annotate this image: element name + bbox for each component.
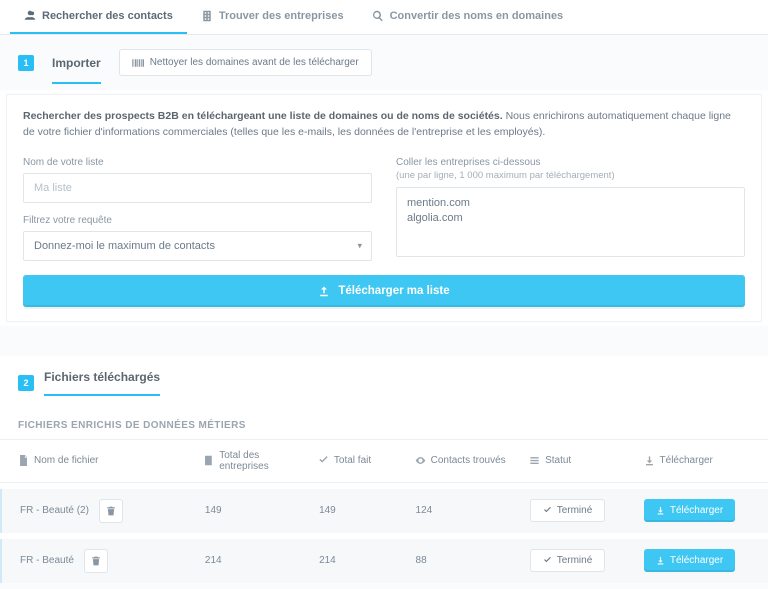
clean-domains-button[interactable]: Nettoyer les domaines avant de les téléc…	[119, 49, 372, 76]
col-companies: Total des entreprises	[203, 450, 309, 472]
download-icon	[644, 455, 655, 466]
clean-domains-label: Nettoyer les domaines avant de les téléc…	[150, 57, 359, 68]
step1-header: 1 Importer Nettoyer les domaines avant d…	[0, 35, 768, 90]
status-icon	[529, 455, 540, 466]
page: Rechercher des contacts Trouver des entr…	[0, 0, 768, 583]
files-table: Nom de fichier Total des entreprises Tot…	[0, 439, 768, 583]
tab-convert[interactable]: Convertir des noms en domaines	[358, 0, 578, 34]
intro-text: Rechercher des prospects B2B en téléchar…	[23, 109, 745, 141]
users-icon	[24, 10, 36, 22]
step1-badge: 1	[18, 55, 34, 71]
paste-label: Coller les entreprises ci-dessous	[396, 157, 745, 168]
col-status: Statut	[529, 455, 635, 466]
check-icon	[318, 455, 329, 466]
eye-icon	[415, 455, 426, 466]
col-done: Total fait	[318, 455, 407, 466]
step2-badge: 2	[18, 375, 34, 391]
file-icon	[18, 455, 29, 466]
check-icon	[543, 556, 552, 565]
list-name-input[interactable]	[23, 173, 372, 203]
col-download: Télécharger	[644, 455, 750, 466]
tab-contacts[interactable]: Rechercher des contacts	[10, 0, 187, 34]
check-icon	[543, 506, 552, 515]
delete-button[interactable]	[84, 549, 108, 573]
upload-list-label: Télécharger ma liste	[338, 285, 449, 297]
col-filename: Nom de fichier	[18, 455, 195, 466]
file-name: FR - Beauté	[20, 555, 74, 566]
import-panel: Rechercher des prospects B2B en téléchar…	[6, 94, 762, 322]
status-badge: Terminé	[530, 499, 606, 522]
table-row: FR - Beauté 214 214 88 Terminé Télécharger	[0, 539, 768, 583]
download-icon	[656, 556, 665, 565]
step2-label: Fichiers téléchargés	[44, 370, 160, 396]
companies-textarea[interactable]	[396, 187, 745, 257]
tab-contacts-label: Rechercher des contacts	[42, 10, 173, 22]
upload-icon	[318, 285, 330, 297]
upload-list-button[interactable]: Télécharger ma liste	[23, 275, 745, 307]
intro-bold: Rechercher des prospects B2B en téléchar…	[23, 110, 503, 122]
cell-contacts: 88	[416, 555, 522, 566]
paste-hint: (une par ligne, 1 000 maximum par téléch…	[396, 170, 745, 181]
step2-header: 2 Fichiers téléchargés	[0, 356, 768, 402]
files-caption: FICHIERS ENRICHIS DE DONNÉES MÉTIERS	[0, 402, 768, 439]
building-icon	[203, 455, 214, 466]
trash-icon	[106, 506, 116, 516]
barcode-icon	[132, 58, 144, 68]
download-button[interactable]: Télécharger	[644, 549, 735, 572]
table-header: Nom de fichier Total des entreprises Tot…	[0, 439, 768, 483]
cell-done: 149	[319, 505, 407, 516]
delete-button[interactable]	[99, 499, 123, 523]
table-row: FR - Beauté (2) 149 149 124 Terminé Télécharg…	[0, 489, 768, 533]
filter-label: Filtrez votre requête	[23, 215, 372, 226]
top-tabs: Rechercher des contacts Trouver des entr…	[0, 0, 768, 35]
list-name-label: Nom de votre liste	[23, 157, 372, 168]
cell-contacts: 124	[416, 505, 522, 516]
cell-companies: 149	[205, 505, 311, 516]
file-name: FR - Beauté (2)	[20, 505, 89, 516]
tab-companies-label: Trouver des entreprises	[219, 10, 344, 22]
download-button[interactable]: Télécharger	[644, 499, 735, 522]
cell-done: 214	[319, 555, 407, 566]
step1-label: Importer	[52, 56, 101, 84]
download-icon	[656, 506, 665, 515]
trash-icon	[91, 556, 101, 566]
tab-companies[interactable]: Trouver des entreprises	[187, 0, 358, 34]
search-icon	[372, 10, 384, 22]
status-badge: Terminé	[530, 549, 606, 572]
cell-companies: 214	[205, 555, 311, 566]
tab-convert-label: Convertir des noms en domaines	[390, 10, 564, 22]
building-icon	[201, 10, 213, 22]
col-contacts: Contacts trouvés	[415, 455, 521, 466]
filter-select[interactable]: Donnez-moi le maximum de contacts	[23, 231, 372, 261]
